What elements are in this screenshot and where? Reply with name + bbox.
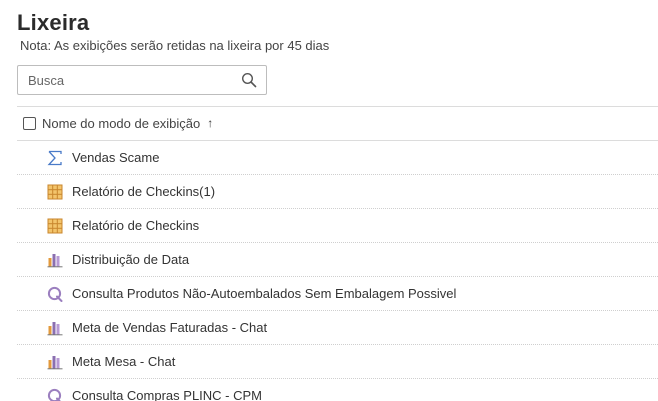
list-item[interactable]: Meta de Vendas Faturadas - Chat bbox=[17, 311, 658, 345]
bar-chart-icon bbox=[47, 355, 63, 369]
list-item-label: Meta Mesa - Chat bbox=[72, 354, 176, 369]
retention-note: Nota: As exibições serão retidas na lixe… bbox=[20, 38, 330, 53]
list-item[interactable]: Meta Mesa - Chat bbox=[17, 345, 658, 379]
search-box bbox=[17, 65, 267, 95]
view-list: Vendas Scame Relatório de Checkins(1) Re… bbox=[17, 141, 658, 401]
search-icon[interactable] bbox=[241, 72, 257, 88]
page-title: Lixeira bbox=[17, 10, 90, 35]
list-item-label: Consulta Compras PLINC - CPM bbox=[72, 388, 262, 401]
column-header-name[interactable]: Nome do modo de exibição bbox=[42, 116, 200, 131]
trash-page: Lixeira Nota: As exibições serão retidas… bbox=[0, 0, 658, 401]
bar-chart-icon bbox=[47, 321, 63, 335]
search-input[interactable] bbox=[18, 66, 243, 94]
table-icon bbox=[47, 218, 63, 233]
list-item-label: Relatório de Checkins bbox=[72, 218, 200, 233]
list-item-label: Consulta Produtos Não-Autoembalados Sem … bbox=[72, 286, 457, 301]
list-item-label: Distribuição de Data bbox=[72, 252, 190, 267]
query-icon bbox=[47, 286, 63, 302]
table-icon bbox=[47, 184, 63, 199]
select-all-checkbox[interactable] bbox=[23, 116, 36, 130]
list-item-label: Meta de Vendas Faturadas - Chat bbox=[72, 320, 268, 335]
list-item[interactable]: Consulta Compras PLINC - CPM bbox=[17, 379, 658, 401]
sort-ascending-icon[interactable]: ↑ bbox=[207, 116, 213, 130]
list-item[interactable]: Consulta Produtos Não-Autoembalados Sem … bbox=[17, 277, 658, 311]
list-item[interactable]: Vendas Scame bbox=[17, 141, 658, 175]
query-icon bbox=[47, 388, 62, 401]
bar-chart-icon bbox=[47, 253, 63, 267]
list-item-label: Vendas Scame bbox=[72, 150, 160, 165]
table-header: Nome do modo de exibição ↑ bbox=[17, 107, 658, 139]
list-item[interactable]: Relatório de Checkins bbox=[17, 209, 658, 243]
list-item-label: Relatório de Checkins(1) bbox=[72, 184, 216, 199]
list-item[interactable]: Distribuição de Data bbox=[17, 243, 658, 277]
list-item[interactable]: Relatório de Checkins(1) bbox=[17, 175, 658, 209]
sum-icon bbox=[47, 150, 62, 165]
